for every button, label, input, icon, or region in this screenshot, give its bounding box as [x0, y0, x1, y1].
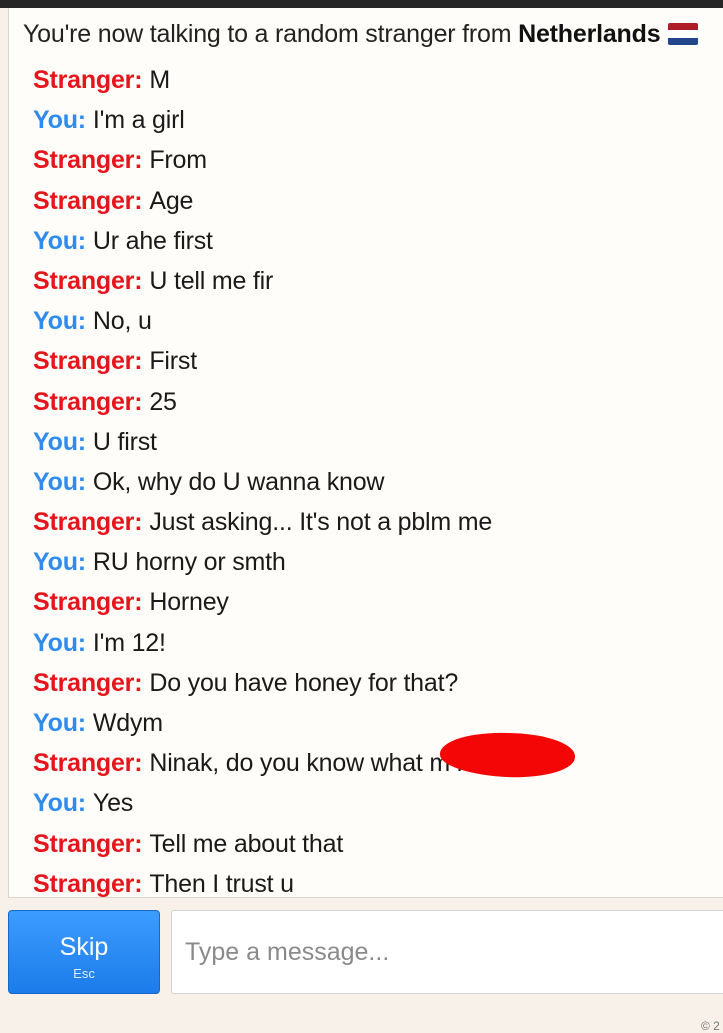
stranger-label: Stranger:: [33, 668, 143, 697]
chat-message: You: No, u: [33, 301, 509, 341]
stranger-label: Stranger:: [33, 186, 143, 215]
stranger-label: Stranger:: [33, 347, 143, 376]
chat-message: You: Ur ahe first: [33, 221, 509, 261]
chat-message: Stranger: M: [33, 60, 509, 100]
chat-message: Stranger: Ninak, do you know what m n is?: [33, 743, 509, 783]
you-label: You:: [33, 709, 86, 737]
message-text: No, u: [92, 307, 152, 336]
chat-message: You: Yes: [33, 783, 509, 823]
chat-message: You: Wdym: [33, 703, 509, 743]
chat-message: You: RU horny or smth: [33, 542, 509, 582]
message-text: U tell me fir: [149, 266, 274, 295]
chat-message: You: U first: [33, 422, 509, 462]
skip-button[interactable]: Skip Esc: [8, 910, 160, 994]
message-text: Ok, why do U wanna know: [92, 467, 385, 496]
stranger-label: Stranger:: [33, 66, 143, 94]
top-bar: [0, 0, 723, 8]
message-text: Yes: [92, 789, 134, 818]
message-text: M: [149, 66, 170, 94]
message-text: I'm 12!: [92, 628, 166, 657]
you-label: You:: [33, 467, 86, 496]
message-text: Age: [149, 186, 194, 215]
skip-label: Skip: [59, 933, 109, 961]
message-text: Just asking... It's not a pblm me: [149, 508, 493, 537]
chat-log[interactable]: You're now talking to a random stranger …: [8, 8, 723, 898]
chat-message: You: I'm 12!: [33, 623, 509, 663]
message-text: Horney: [149, 588, 229, 617]
stranger-label: Stranger:: [33, 266, 143, 295]
country-name: Netherlands: [518, 20, 661, 48]
message-text: From: [149, 146, 207, 175]
chat-message: Stranger: 25: [33, 382, 509, 422]
chat-message: Stranger: From: [33, 140, 509, 180]
chat-message: Stranger: Do you have honey for that?: [33, 663, 509, 703]
chat-message: You: Ok, why do U wanna know: [33, 462, 509, 502]
stranger-label: Stranger:: [33, 387, 143, 416]
chat-message: Stranger: Tell me about that: [33, 824, 509, 864]
you-label: You:: [33, 427, 86, 456]
skip-shortcut-hint: Esc: [73, 966, 95, 981]
message-text: Tell me about that: [149, 829, 344, 858]
chat-message: Stranger: First: [33, 341, 509, 381]
message-text: U first: [92, 427, 157, 456]
message-text: I'm a girl: [92, 106, 185, 135]
you-label: You:: [33, 226, 86, 255]
chat-message: You: I'm a girl: [33, 100, 509, 140]
stranger-label: Stranger:: [33, 869, 143, 898]
you-label: You:: [33, 628, 86, 657]
message-text: Wdym: [92, 709, 163, 737]
stranger-label: Stranger:: [33, 829, 143, 858]
status-text: You're now talking to a random stranger …: [23, 20, 519, 48]
chat-message: Stranger: U tell me fir: [33, 261, 509, 301]
chat-message: Stranger: Then I trust u: [33, 864, 509, 898]
message-text: 25: [149, 387, 177, 416]
copyright-text: © 2: [701, 1019, 720, 1033]
message-text: First: [149, 347, 197, 376]
connection-status: You're now talking to a random stranger …: [23, 20, 699, 49]
stranger-label: Stranger:: [33, 146, 143, 175]
you-label: You:: [33, 789, 86, 818]
message-text: Ur ahe first: [92, 226, 213, 255]
message-text: Then I trust u: [149, 869, 294, 898]
stranger-label: Stranger:: [33, 588, 143, 617]
netherlands-flag-icon: [668, 23, 699, 45]
chat-message: Stranger: Age: [33, 181, 509, 221]
stranger-label: Stranger:: [33, 508, 143, 537]
you-label: You:: [33, 307, 86, 336]
message-list: Stranger: M You: I'm a girl Stranger: From Str…: [33, 60, 509, 898]
stranger-label: Stranger:: [33, 749, 143, 778]
message-text: Do you have honey for that?: [149, 668, 459, 697]
message-text: RU horny or smth: [92, 548, 286, 577]
chat-message: Stranger: Just asking... It's not a pblm …: [33, 502, 509, 542]
you-label: You:: [33, 548, 86, 577]
you-label: You:: [33, 106, 86, 135]
chat-message: Stranger: Horney: [33, 582, 509, 622]
message-input[interactable]: [171, 910, 723, 994]
